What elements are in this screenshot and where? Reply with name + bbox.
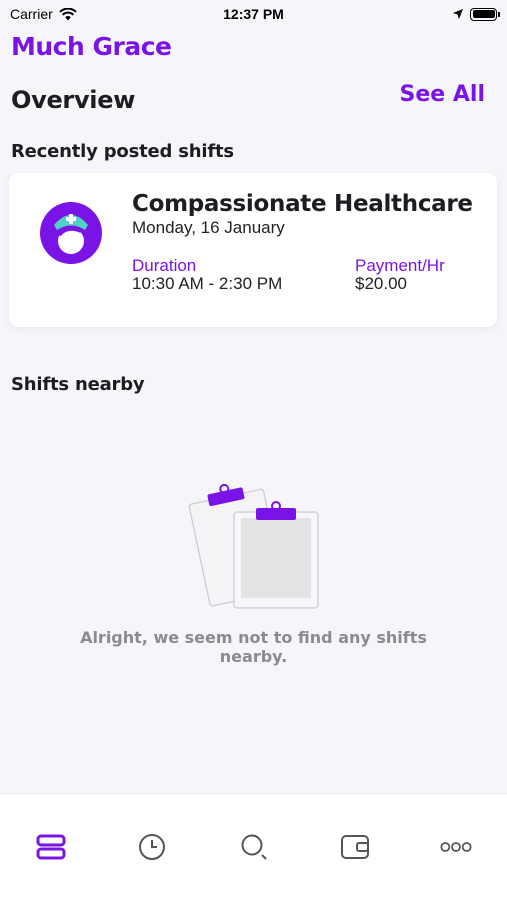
shifts-nearby-heading: Shifts nearby [11, 374, 145, 395]
payment-value: $20.00 [355, 274, 407, 293]
nurse-avatar-icon [40, 202, 102, 264]
logo-text: Much Grace [11, 32, 172, 61]
stack-icon [36, 834, 66, 860]
duration-label: Duration [132, 256, 197, 275]
tab-history[interactable] [136, 831, 168, 863]
shift-company: Compassionate Healthcare [132, 191, 473, 217]
clipboards-illustration [188, 484, 319, 609]
recent-shifts-heading: Recently posted shifts [11, 141, 234, 162]
see-all-link[interactable]: See All [400, 82, 485, 107]
page-title: Overview [11, 86, 136, 114]
shift-card[interactable]: Compassionate Healthcare Monday, 16 Janu… [9, 173, 497, 327]
clock-icon [139, 834, 165, 860]
tab-more[interactable] [440, 831, 472, 863]
empty-state-message: Alright, we seem not to find any shifts … [80, 628, 427, 666]
search-icon [241, 834, 267, 860]
tab-home[interactable] [35, 831, 67, 863]
payment-label: Payment/Hr [355, 256, 445, 275]
battery-icon [470, 7, 500, 21]
status-bar: Carrier 12:37 PM [0, 0, 507, 28]
more-icon [440, 842, 472, 852]
tab-search[interactable] [238, 831, 270, 863]
tab-wallet[interactable] [339, 831, 371, 863]
shift-date: Monday, 16 January [132, 218, 285, 237]
tab-bar [0, 793, 507, 900]
duration-value: 10:30 AM - 2:30 PM [132, 274, 283, 293]
app-logo: Much Grace [11, 32, 172, 61]
status-time: 12:37 PM [223, 6, 284, 22]
wallet-icon [341, 835, 369, 859]
